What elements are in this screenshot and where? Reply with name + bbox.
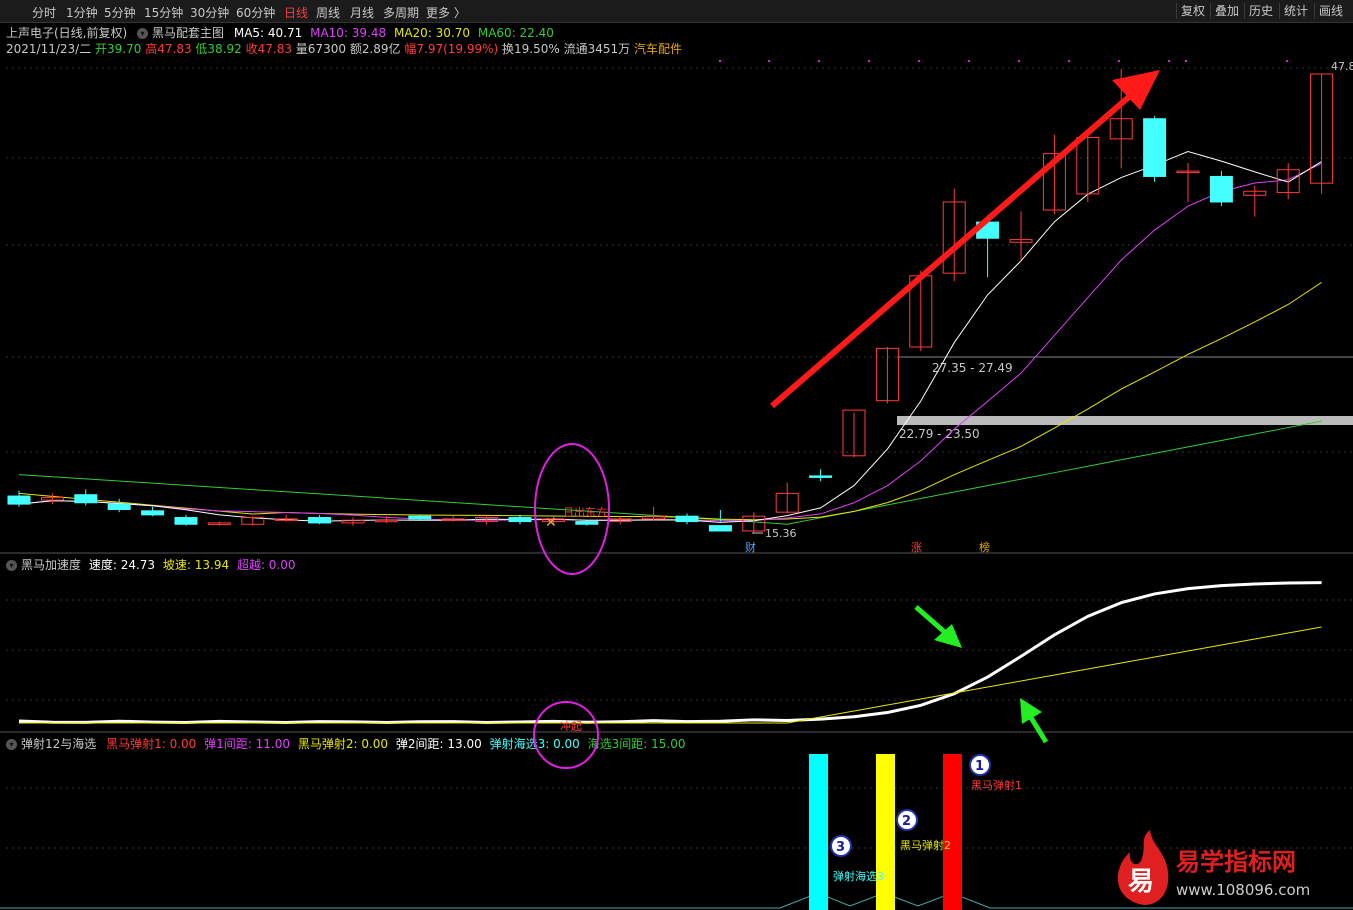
slope-line [19,626,1322,724]
candle-body [141,510,165,516]
candle-body [74,494,98,504]
green-arrow-icon [914,605,962,648]
candle-body [809,475,833,478]
ma5-line [18,150,1322,523]
candle-body [308,517,332,524]
trend-arrow-icon [770,70,1160,409]
high-marker: 47.83 [1331,60,1353,73]
event-tag-zhang[interactable]: 涨 [911,541,922,554]
candle-body [408,515,432,520]
signal-dot [1118,60,1120,62]
signal-dot [1068,60,1070,62]
signal-dot [918,60,920,62]
signal-text-accel: 冲起 [560,719,582,733]
signal-dots [719,60,1288,62]
accel-lines [18,581,1322,725]
signal-marker-icon: ✕ [545,515,557,531]
event-tag-bang[interactable]: 榜 [979,540,990,554]
signal-dot [768,60,770,62]
ma5-polyline [18,150,1322,523]
speed-line [18,581,1322,725]
launch-bar-2[interactable] [876,754,895,910]
ma20-polyline [18,281,1322,521]
signal-dot [719,60,721,62]
site-url: www.108096.com [1176,881,1310,899]
signal-dot [1286,60,1288,62]
candle-body [508,517,532,523]
candle-body [1143,118,1167,177]
signal-dot [1168,60,1170,62]
ma60-line [18,420,1322,525]
ma10-line [18,162,1322,522]
candle-body [575,521,599,525]
event-tag-cai[interactable]: 财 [745,540,756,554]
candle-body [708,525,732,532]
zone-label-upper: 27.35 - 27.49 [932,361,1013,375]
ma60-polyline [18,420,1322,525]
signal-dot [1018,60,1020,62]
badge-3-number: 3 [836,840,845,855]
ma10-polyline [18,162,1322,522]
site-name: 易学指标网 [1176,848,1296,876]
signal-dot [1185,60,1187,62]
signal-dot [868,60,870,62]
launch-label-1: 黑马弹射1 [971,778,1022,792]
signal-dot [968,60,970,62]
launch-bar-1[interactable] [943,754,962,910]
zone-label-lower: 22.79 - 23.50 [899,427,980,441]
highlight-circle [533,701,599,769]
launch-label-2: 黑马弹射2 [900,838,951,852]
candle-body [1209,175,1233,203]
grid-lines [6,67,1352,849]
candle-body [107,503,131,510]
ma20-line [18,281,1322,521]
candle-body [7,495,31,505]
chart-canvas[interactable]: 27.35 - 27.49 22.79 - 23.50 47.83 15.36 … [0,0,1353,910]
launch-label-3: 弹射海选3 [833,869,884,883]
candle-body [675,515,699,523]
signal-dot [818,60,820,62]
green-arrow-icon [1020,698,1049,744]
logo-char: 易 [1128,867,1154,897]
badge-2-number: 2 [902,814,911,829]
candle-body [174,517,198,525]
candlesticks[interactable] [7,69,1334,533]
badge-1-number: 1 [975,759,984,774]
launch-bar-3[interactable] [809,754,828,910]
watermark: 易 易学指标网 www.108096.com [1117,830,1310,905]
signal-text-main: 日出东方 [563,505,607,519]
low-marker: 15.36 [765,527,797,540]
